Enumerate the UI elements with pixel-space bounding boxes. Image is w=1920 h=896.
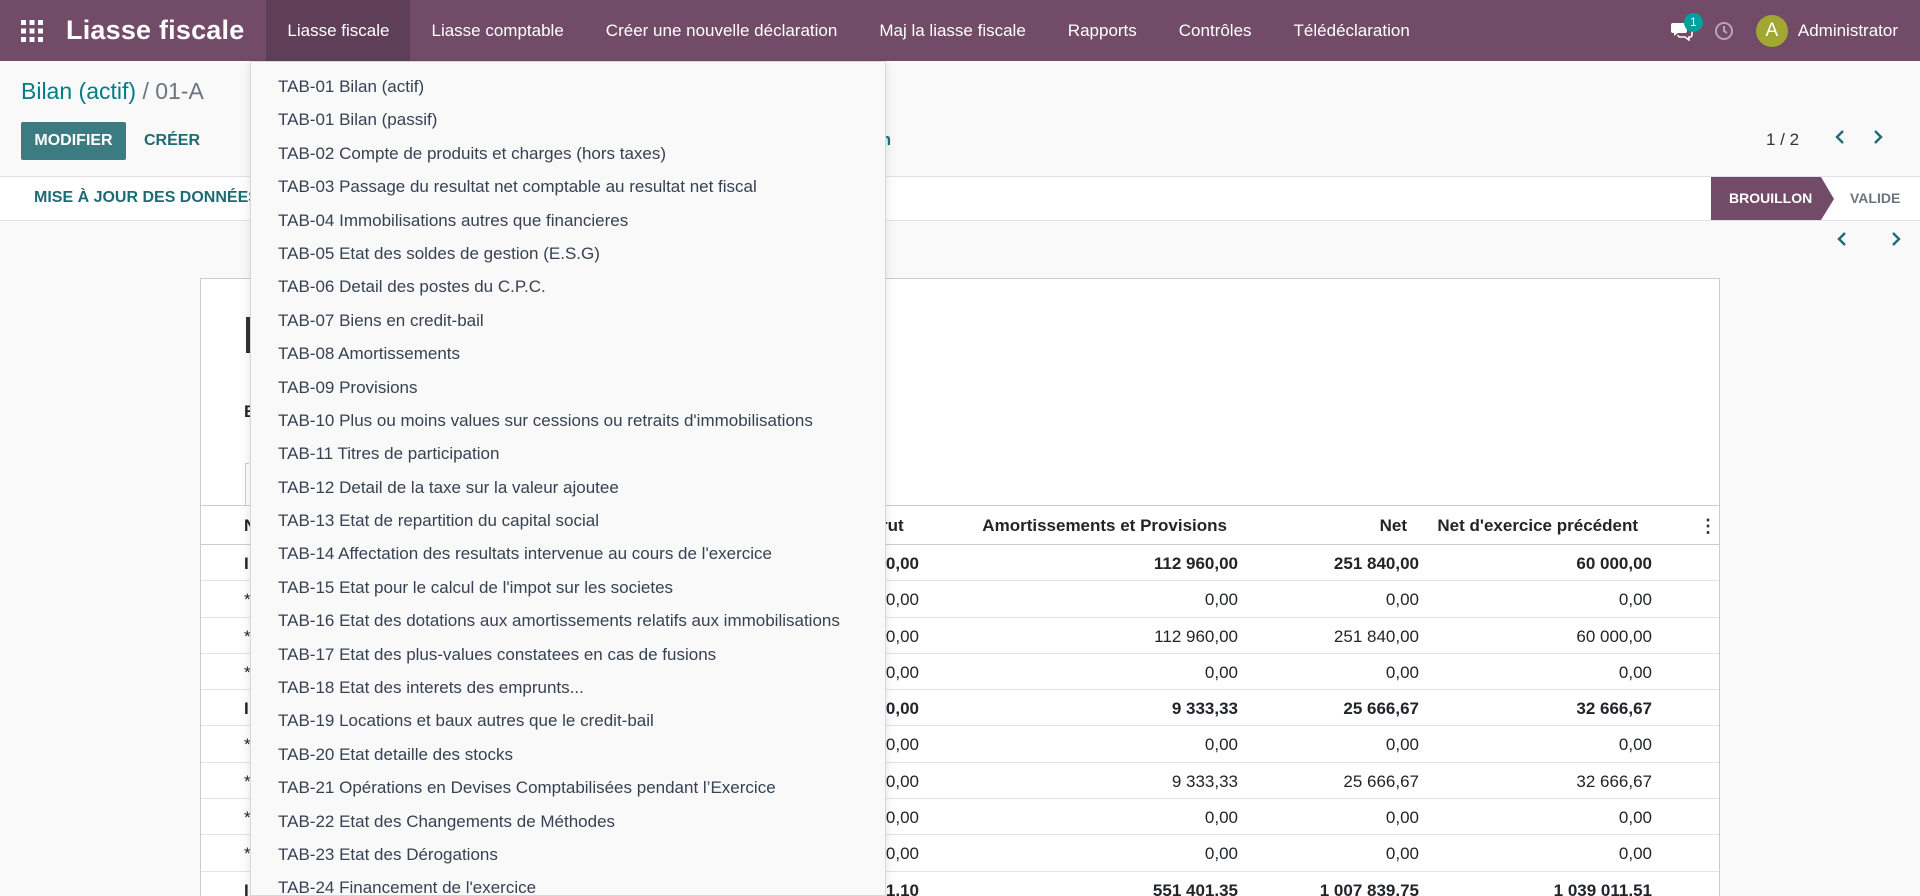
breadcrumb: Bilan (actif) / 01-A xyxy=(21,78,204,105)
cell-net: 0,00 xyxy=(1385,735,1419,755)
menu-nouvelle-declaration[interactable]: Créer une nouvelle déclaration xyxy=(585,0,859,61)
cell-net: 251 840,00 xyxy=(1333,626,1419,646)
dropdown-item[interactable]: TAB-20 Etat detaille des stocks xyxy=(251,738,885,771)
cell-amortissements: 551 401,35 xyxy=(1152,880,1238,896)
dropdown-item[interactable]: TAB-06 Detail des postes du C.P.C. xyxy=(251,270,885,303)
pager-value[interactable]: 1 / 2 xyxy=(1766,130,1799,150)
column-header-net-precedent[interactable]: Net d'exercice précédent xyxy=(1407,516,1638,536)
pager-next-icon[interactable] xyxy=(1868,128,1886,151)
column-header-brut[interactable]: rut xyxy=(881,516,961,536)
cell-amortissements: 112 960,00 xyxy=(1153,554,1238,573)
chat-icon[interactable]: 1 xyxy=(1662,0,1703,61)
create-button[interactable]: CRÉER xyxy=(132,122,212,160)
cell-name: I xyxy=(244,554,249,573)
dropdown-item[interactable]: TAB-23 Etat des Dérogations xyxy=(251,838,885,871)
dropdown-item[interactable]: TAB-12 Detail de la taxe sur la valeur a… xyxy=(251,471,885,504)
dropdown-item[interactable]: TAB-05 Etat des soldes de gestion (E.S.G… xyxy=(251,237,885,270)
dropdown-item[interactable]: TAB-21 Opérations en Devises Comptabilis… xyxy=(251,771,885,804)
menu-liasse-fiscale[interactable]: Liasse fiscale xyxy=(266,0,411,61)
optional-columns-icon[interactable]: ⋮ xyxy=(1699,516,1717,537)
app-title[interactable]: Liasse fiscale xyxy=(64,0,266,61)
cell-amortissements: 112 960,00 xyxy=(1154,626,1238,646)
breadcrumb-current: 01-A xyxy=(155,78,204,104)
dropdown-item[interactable]: TAB-15 Etat pour le calcul de l'impot su… xyxy=(251,571,885,604)
cell-amortissements: 9 333,33 xyxy=(1171,771,1238,791)
cell-net: 0,00 xyxy=(1385,590,1419,610)
dropdown-item[interactable]: TAB-17 Etat des plus-values constatees e… xyxy=(251,638,885,671)
dropdown-item[interactable]: TAB-08 Amortissements xyxy=(251,337,885,370)
cell-net: 0,00 xyxy=(1385,844,1419,864)
dropdown-item[interactable]: TAB-11 Titres de participation xyxy=(251,437,885,470)
dropdown-item[interactable]: TAB-13 Etat de repartition du capital so… xyxy=(251,504,885,537)
cell-amortissements: 0,00 xyxy=(1204,808,1238,828)
dropdown-item[interactable]: TAB-24 Financement de l'exercice xyxy=(251,871,885,895)
activity-clock-icon[interactable] xyxy=(1702,0,1746,61)
cell-amortissements: 0,00 xyxy=(1204,735,1238,755)
cell-name: I xyxy=(244,699,249,719)
dropdown-item[interactable]: TAB-02 Compte de produits et charges (ho… xyxy=(251,137,885,170)
stage-valide[interactable]: VALIDE xyxy=(1850,177,1900,220)
cell-net-precedent: 0,00 xyxy=(1618,844,1652,864)
stage-arrow xyxy=(1821,177,1834,220)
cell-amortissements: 0,00 xyxy=(1204,590,1238,610)
menu-rapports[interactable]: Rapports xyxy=(1047,0,1158,61)
dropdown-item[interactable]: TAB-14 Affectation des resultats interve… xyxy=(251,537,885,570)
cell-net-precedent: 1 039 011,51 xyxy=(1553,880,1652,896)
dropdown-item[interactable]: TAB-18 Etat des interets des emprunts... xyxy=(251,671,885,704)
navbar-systray: 1 A Administrator xyxy=(1662,0,1920,61)
cell-net: 0,00 xyxy=(1385,808,1419,828)
user-avatar[interactable]: A xyxy=(1755,14,1788,47)
update-data-button[interactable]: MISE À JOUR DES DONNÉES xyxy=(34,189,259,207)
cell-net: 1 007 839,75 xyxy=(1319,880,1419,896)
cell-net: 25 666,67 xyxy=(1343,699,1419,719)
cell-amortissements: 9 333,33 xyxy=(1171,699,1238,719)
record-previous-icon[interactable] xyxy=(1834,230,1852,253)
cell-net-precedent: 32 666,67 xyxy=(1576,699,1652,719)
cell-net-precedent: 0,00 xyxy=(1618,808,1652,828)
top-navbar: Liasse fiscale Liasse fiscale Liasse com… xyxy=(0,0,1920,61)
record-next-icon[interactable] xyxy=(1886,230,1904,253)
notebook-tab-edge xyxy=(245,463,249,505)
menu-liasse-comptable[interactable]: Liasse comptable xyxy=(410,0,584,61)
dropdown-item[interactable]: TAB-04 Immobilisations autres que financ… xyxy=(251,204,885,237)
dropdown-item[interactable]: TAB-10 Plus ou moins values sur cessions… xyxy=(251,404,885,437)
menu-maj-liasse[interactable]: Maj la liasse fiscale xyxy=(858,0,1046,61)
cell-net-precedent: 60 000,00 xyxy=(1576,554,1652,573)
liasse-fiscale-dropdown: TAB-01 Bilan (actif) TAB-01 Bilan (passif… xyxy=(250,61,886,896)
cell-net: 25 666,67 xyxy=(1343,771,1419,791)
menu-teledeclaration[interactable]: Télédéclaration xyxy=(1273,0,1431,61)
breadcrumb-separator: / xyxy=(142,78,149,104)
dropdown-item[interactable]: TAB-16 Etat des dotations aux amortissem… xyxy=(251,604,885,637)
cell-amortissements: 0,00 xyxy=(1204,844,1238,864)
cell-name: I xyxy=(244,880,249,896)
menu-controles[interactable]: Contrôles xyxy=(1158,0,1273,61)
edit-button[interactable]: MODIFIER xyxy=(21,122,126,160)
dropdown-item[interactable]: TAB-03 Passage du resultat net comptable… xyxy=(251,170,885,203)
column-header-amortissements[interactable]: Amortissements et Provisions xyxy=(961,516,1227,536)
cell-net: 251 840,00 xyxy=(1333,554,1419,573)
cell-net-precedent: 0,00 xyxy=(1618,662,1652,682)
dropdown-item[interactable]: TAB-09 Provisions xyxy=(251,371,885,404)
breadcrumb-parent[interactable]: Bilan (actif) xyxy=(21,78,136,104)
stage-brouillon[interactable]: BROUILLON xyxy=(1711,177,1821,220)
cell-amortissements: 0,00 xyxy=(1204,662,1238,682)
cell-net-precedent: 60 000,00 xyxy=(1576,626,1652,646)
apps-grid-icon[interactable] xyxy=(0,0,64,61)
dropdown-item[interactable]: TAB-07 Biens en credit-bail xyxy=(251,304,885,337)
user-name[interactable]: Administrator xyxy=(1788,21,1920,41)
dropdown-item[interactable]: TAB-22 Etat des Changements de Méthodes xyxy=(251,805,885,838)
cell-net-precedent: 0,00 xyxy=(1618,735,1652,755)
dropdown-item[interactable]: TAB-19 Locations et baux autres que le c… xyxy=(251,704,885,737)
cell-net-precedent: 0,00 xyxy=(1618,590,1652,610)
dropdown-item[interactable]: TAB-01 Bilan (actif) xyxy=(251,70,885,103)
dropdown-item[interactable]: TAB-01 Bilan (passif) xyxy=(251,103,885,136)
pager-previous-icon[interactable] xyxy=(1832,128,1850,151)
chat-count-badge: 1 xyxy=(1683,13,1703,32)
column-header-net[interactable]: Net xyxy=(1227,516,1407,536)
cell-net: 0,00 xyxy=(1385,662,1419,682)
cell-net-precedent: 32 666,67 xyxy=(1576,771,1652,791)
